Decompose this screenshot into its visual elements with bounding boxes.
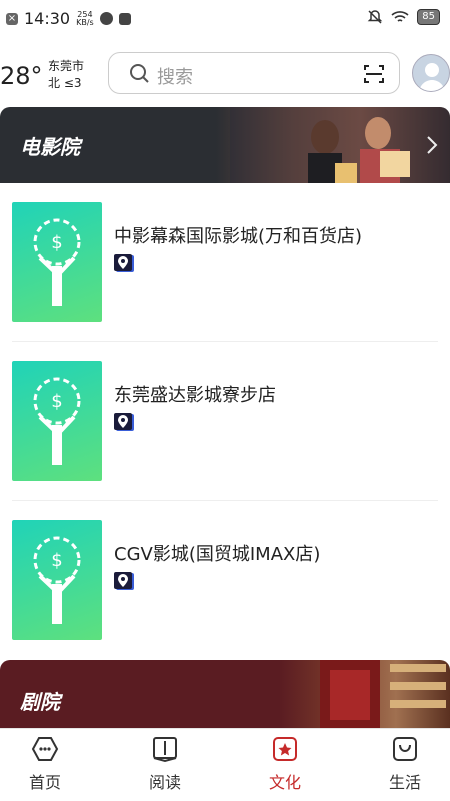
network-speed: 254 KB/s — [76, 9, 94, 27]
svg-text:$: $ — [51, 550, 62, 571]
tab-label: 文化 — [268, 773, 301, 792]
battery-level: 85 — [417, 9, 440, 25]
bell-muted-icon — [367, 10, 383, 24]
location-pin-icon[interactable] — [114, 254, 132, 271]
home-chat-icon — [31, 737, 59, 761]
tab-life[interactable]: 生活 — [360, 735, 450, 793]
divider — [12, 341, 438, 342]
tab-culture[interactable]: 文化 — [240, 735, 330, 793]
location-pin-icon[interactable] — [114, 413, 132, 430]
app-notify-icon — [99, 12, 113, 25]
search-bar[interactable]: 搜索 — [108, 52, 400, 94]
list-item[interactable]: $ 中影幕森国际影城(万和百货店) — [0, 184, 450, 342]
tab-label: 阅读 — [148, 773, 181, 792]
square-notify-icon — [118, 12, 131, 25]
cinema-section-title: 电影院 — [20, 135, 80, 159]
bag-icon — [393, 737, 417, 761]
cinema-name: 东莞盛达影城寮步店 — [114, 385, 276, 406]
user-avatar-icon — [419, 63, 445, 91]
location-pin-icon[interactable] — [114, 572, 132, 589]
cinema-banner[interactable]: 电影院 — [0, 107, 450, 183]
status-time: 14:30 — [24, 9, 71, 28]
book-icon — [153, 737, 177, 763]
search-icon — [130, 64, 149, 83]
city-name: 东莞市 — [48, 59, 85, 73]
cinema-name: CGV影城(国贸城IMAX店) — [114, 544, 321, 565]
cinema-thumbnail: $ — [12, 202, 102, 322]
weather-info[interactable]: 东莞市 北 ≤3 — [48, 58, 84, 92]
cinema-thumbnail: $ — [12, 361, 102, 481]
status-bar: × 14:30 254 KB/s 85 — [0, 0, 450, 38]
notification-close-icon: × — [6, 12, 18, 25]
tab-label: 首页 — [28, 773, 61, 792]
tree-logo-icon: $ — [33, 218, 81, 306]
tree-logo-icon: $ — [33, 536, 81, 624]
svg-text:$: $ — [51, 391, 62, 412]
svg-text:$: $ — [51, 232, 62, 253]
list-item[interactable]: $ CGV影城(国贸城IMAX店) — [0, 502, 450, 660]
tree-logo-icon: $ — [33, 377, 81, 465]
theater-banner-image — [320, 660, 446, 728]
tab-reading[interactable]: 阅读 — [120, 735, 210, 793]
theater-section-title: 剧院 — [20, 690, 60, 714]
search-placeholder: 搜索 — [157, 67, 193, 88]
list-item[interactable]: $ 东莞盛达影城寮步店 — [0, 343, 450, 501]
bottom-tab-bar: 首页 阅读 文化 生活 — [0, 728, 450, 801]
cinema-thumbnail: $ — [12, 520, 102, 640]
wind-level: 北 ≤3 — [48, 76, 82, 90]
divider — [12, 500, 438, 501]
star-culture-icon — [273, 737, 297, 761]
top-header: 28° 东莞市 北 ≤3 搜索 — [0, 50, 450, 100]
wifi-icon — [391, 11, 409, 22]
theater-banner[interactable]: 剧院 — [0, 660, 450, 728]
tab-label: 生活 — [388, 773, 421, 792]
avatar[interactable] — [412, 54, 450, 92]
chevron-right-icon — [427, 136, 438, 154]
temperature: 28° — [0, 62, 43, 90]
cinema-banner-image — [230, 107, 450, 183]
tab-home[interactable]: 首页 — [0, 735, 90, 793]
scan-icon[interactable] — [363, 63, 385, 85]
cinema-name: 中影幕森国际影城(万和百货店) — [114, 226, 363, 247]
